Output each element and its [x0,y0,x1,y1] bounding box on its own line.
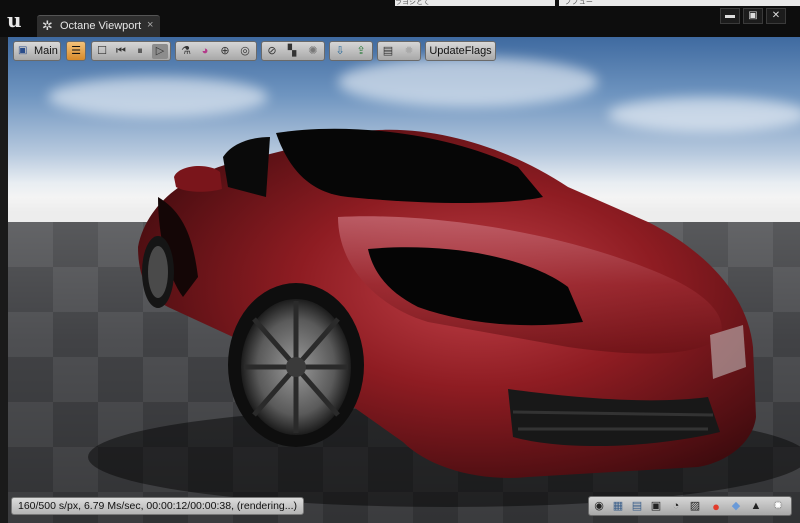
stop-icon[interactable]: ☐ [94,44,110,59]
title-bar: ラヨシとて ノノュー u ✲ Octane Viewport × ▬ ▣ ✕ [0,0,800,37]
render-controls: ☐ ⏮ ⏸ ▷ [91,41,171,61]
region-tools: ⊘ ▚ ✺ [261,41,325,61]
minimize-button[interactable]: ▬ [720,8,740,24]
main-button-label: Main [34,45,58,57]
render-viewport[interactable] [8,37,800,523]
camera-icon[interactable]: ◉ [591,499,607,514]
sun-icon[interactable]: ✹ [770,499,786,514]
main-button[interactable]: ▣ Main [13,41,61,61]
io-tools: ⇩ ⇪ [329,41,373,61]
rear-rim [148,246,168,298]
color-icon[interactable]: ◕ [197,44,213,59]
settings-icon: ☰ [71,45,81,57]
film-icon[interactable]: ▤ [629,499,645,514]
render-target-icon[interactable]: ▦ [610,499,626,514]
image-tools: ▤ ✹ [377,41,421,61]
record-icon[interactable]: ● [708,499,724,514]
bottom-toolbar: ◉ ▦ ▤ ▣ ◔ ▨ ● ◆ ▲ ✹ [588,496,792,516]
region-render-icon[interactable]: ▨ [687,499,703,514]
tab-octane-viewport[interactable]: ✲ Octane Viewport × [37,15,160,37]
sun-icon[interactable]: ✹ [401,44,417,59]
rendered-car [88,128,800,507]
object-picker-icon[interactable]: ⊕ [217,44,233,59]
region-icon[interactable]: ⊘ [264,44,280,59]
wheel-hub [286,357,306,377]
import-icon[interactable]: ⇩ [332,44,348,59]
background-window-strip: ラヨシとて [395,0,555,6]
background-window-strip-right: ノノュー [559,0,800,6]
car-mirror [174,165,222,192]
tab-label: Octane Viewport [60,20,142,32]
update-flags-button[interactable]: UpdateFlags [425,41,496,61]
export-icon[interactable]: ⇪ [353,44,369,59]
main-view-icon: ▣ [18,45,28,56]
settings-button[interactable]: ☰ [66,41,86,61]
close-window-button[interactable]: ✕ [766,8,786,24]
render-status: 160/500 s/px, 6.79 Ms/sec, 00:00:12/00:0… [11,497,305,515]
clock-icon[interactable]: ◔ [668,499,684,514]
render-passes-icon[interactable]: ✺ [305,44,321,59]
maximize-button[interactable]: ▣ [743,8,763,24]
focus-picker-icon[interactable]: ◎ [237,44,253,59]
material-picker-icon[interactable]: ⚗ [178,44,194,59]
unreal-engine-logo-icon: u [7,8,22,32]
save-image-icon[interactable]: ▤ [380,44,396,59]
cube-icon[interactable]: ◆ [728,499,744,514]
tab-close-icon[interactable]: × [147,19,153,31]
picker-tools: ⚗ ◕ ⊕ ◎ [175,41,257,61]
image-icon[interactable]: ▣ [648,499,664,514]
picture-icon[interactable]: ▲ [748,499,764,514]
checker-icon[interactable]: ▚ [284,44,300,59]
pause-icon[interactable]: ⏸ [132,44,148,59]
restart-icon[interactable]: ⏮ [113,44,129,59]
play-icon[interactable]: ▷ [152,44,168,59]
octane-gear-icon: ✲ [42,18,53,33]
